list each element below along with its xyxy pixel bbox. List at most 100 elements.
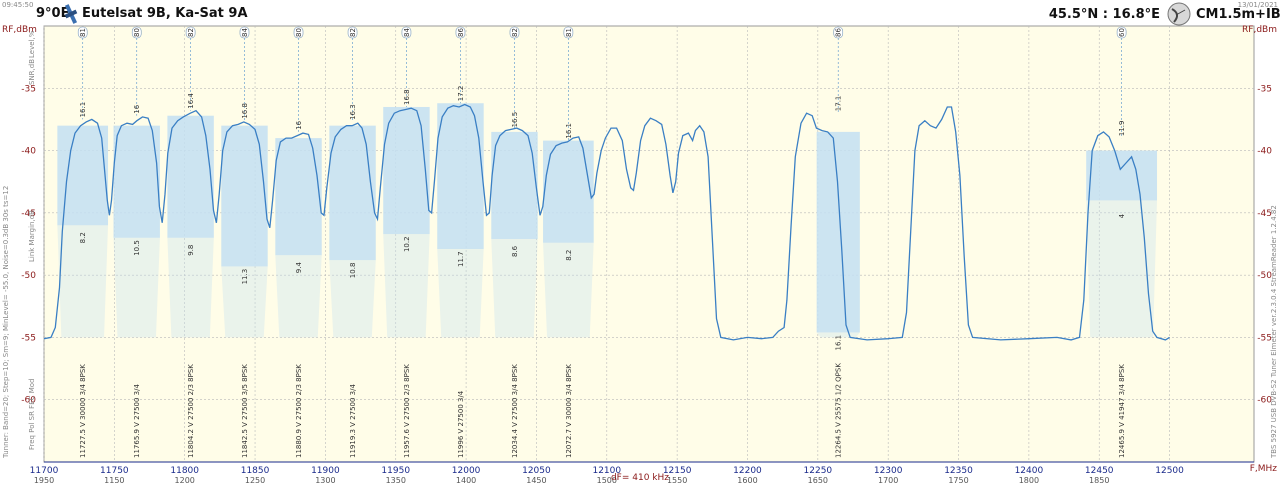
x-tick-label: 11950 — [381, 466, 410, 476]
link-margin-axis-label: Link Margin,dB — [28, 210, 36, 262]
level-value: 81 — [79, 28, 87, 37]
if-tick-label: 1400 — [456, 476, 476, 484]
x-tick-label: 12350 — [944, 466, 973, 476]
if-tick-label: 1150 — [104, 476, 124, 484]
snr-value: 16.8 — [403, 89, 411, 105]
level-value: 82 — [187, 28, 195, 37]
link-margin-value: 11.7 — [457, 251, 465, 267]
x-tick-label: 11900 — [311, 466, 340, 476]
snr-value: 16.4 — [187, 93, 195, 109]
level-value: 84 — [241, 28, 249, 37]
x-tick-label: 12300 — [874, 466, 903, 476]
transponder-params: 12264.5 V 25575 1/2 QPSK — [835, 363, 843, 458]
level-value: 80 — [133, 28, 141, 37]
transponder-fill — [167, 115, 214, 238]
x-tick-label: 12050 — [522, 466, 551, 476]
antenna-label: CM1.5m+IBU — [1196, 7, 1280, 22]
transponder-params: 12465.9 V 41947 3/4 8PSK — [1118, 364, 1126, 458]
snr-value: 16.1 — [79, 102, 87, 118]
level-value: 80 — [295, 28, 303, 37]
y-tick-label-left: -55 — [21, 333, 36, 343]
span-label: dF= 410 kHz — [611, 473, 669, 483]
transponder-params: 11804.2 V 27500 2/3 8PSK — [187, 364, 195, 458]
dish-icon — [1167, 2, 1191, 26]
link-margin-value: 9.4 — [295, 262, 303, 274]
link-margin-value: 4 — [1118, 213, 1126, 218]
snr-value: 17.2 — [457, 86, 465, 102]
level-value: 82 — [511, 28, 519, 37]
transponder-params: 11842.5 V 27500 3/5 8PSK — [241, 364, 249, 458]
transponder-fill — [57, 125, 109, 226]
snr-value: 16.5 — [511, 112, 519, 128]
transponder-params: 11957.6 V 27500 2/3 8PSK — [403, 364, 411, 458]
if-tick-label: 1800 — [1019, 476, 1039, 484]
transponder-params: 11996 V 27500 3/4 — [457, 390, 465, 458]
snr-value: 16.1 — [565, 123, 573, 139]
y-tick-label-right: -35 — [1257, 84, 1272, 94]
link-margin-value: 11.3 — [241, 269, 249, 285]
transponder-params: 12072.7 V 30000 3/4 8PSK — [565, 364, 573, 458]
x-tick-label: 11750 — [100, 466, 129, 476]
level-value: 86 — [457, 28, 465, 37]
transponder-params: 12034.4 V 27500 3/4 8PSK — [511, 364, 519, 458]
transponder-params: 11727.5 V 30000 3/4 8PSK — [79, 364, 87, 458]
transponder-fill — [1086, 150, 1158, 201]
link-margin-value: 8.2 — [79, 232, 87, 243]
x-tick-label: 12200 — [733, 466, 762, 476]
snr-value: 16 — [295, 120, 303, 129]
x-tick-label: 12500 — [1155, 466, 1184, 476]
if-tick-label: 1950 — [34, 476, 54, 484]
level-axis-label: Level,% — [28, 30, 36, 58]
snr-value: 11.9 — [1118, 121, 1126, 137]
satellite-name: Eutelsat 9B, Ka-Sat 9A — [82, 6, 248, 21]
transponder-fill — [816, 131, 860, 333]
x-tick-label: 12400 — [1015, 466, 1044, 476]
x-tick-label: 11800 — [170, 466, 199, 476]
if-tick-label: 1550 — [667, 476, 687, 484]
link-margin-value: 8.2 — [565, 250, 573, 261]
if-tick-label: 1350 — [386, 476, 406, 484]
snr-value: 16.3 — [349, 104, 357, 120]
location-coords: 45.5°N : 16.8°E — [1049, 7, 1160, 22]
level-value: 84 — [403, 28, 411, 37]
orbital-position: 9°0E — [36, 6, 69, 21]
y-tick-label-left: -50 — [21, 271, 36, 281]
if-tick-label: 1200 — [175, 476, 195, 484]
x-tick-label: 12000 — [452, 466, 481, 476]
transponder-params: 11880.9 V 27500 2/3 8PSK — [295, 364, 303, 458]
if-tick-label: 1250 — [245, 476, 265, 484]
x-tick-label: 11850 — [241, 466, 270, 476]
if-tick-label: 1450 — [526, 476, 546, 484]
link-margin-value: 10.2 — [403, 236, 411, 252]
link-margin-value: 9.8 — [187, 245, 195, 256]
snr-value: 17.1 — [835, 96, 843, 112]
level-value: 60 — [1118, 28, 1126, 37]
link-margin-value: 8.6 — [511, 245, 519, 257]
snr-axis-label: SNR,dB — [28, 59, 36, 85]
y-tick-label-left: -40 — [21, 147, 36, 157]
if-tick-label: 1850 — [1089, 476, 1109, 484]
link-margin-value: 16.1 — [835, 335, 843, 351]
tuner-settings-note: Tunner: Band=20; Step=10; Sm=9; MinLevel… — [2, 186, 10, 459]
level-value: 86 — [835, 28, 843, 37]
right-axis-label: RF,dBm — [1242, 25, 1277, 35]
hardware-note: TBS 5927 USB DVB-S2 Tuner Elmeter ver.2.… — [1270, 205, 1278, 459]
link-margin-value: 10.5 — [133, 240, 141, 256]
transponder-fill — [113, 125, 160, 238]
transponder-params: 11765.9 V 27500 3/4 — [133, 384, 141, 458]
y-tick-label-right: -40 — [1257, 147, 1272, 157]
snr-value: 16.8 — [241, 103, 249, 119]
transponder-fill — [329, 125, 376, 261]
if-tick-label: 1650 — [808, 476, 828, 484]
link-margin-value: 10.8 — [349, 263, 357, 279]
x-tick-label: 12450 — [1085, 466, 1114, 476]
if-tick-label: 1750 — [948, 476, 968, 484]
if-tick-label: 1700 — [878, 476, 898, 484]
x-tick-label: 11700 — [30, 466, 59, 476]
plot-area: -35 -35-40 -40-45 -45-50 -50-55 -55-60 -601170… — [21, 25, 1272, 484]
snr-value: 16 — [133, 104, 141, 113]
x-axis-label: F,MHz — [1250, 464, 1278, 474]
if-tick-label: 1600 — [737, 476, 757, 484]
spectrum-chart: 09:45:50 13/01/2021 9°0E Eutelsat 9B, Ka… — [0, 0, 1280, 484]
transponder-params: 11919.3 V 27500 3/4 — [349, 384, 357, 458]
